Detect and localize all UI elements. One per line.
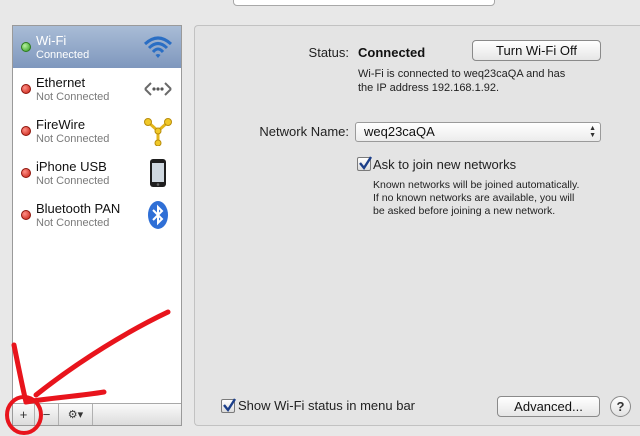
network-name-select[interactable]: weq23caQA ▲ ▼ — [355, 122, 601, 142]
show-status-label[interactable]: Show Wi-Fi status in menu bar — [238, 398, 415, 413]
status-dot-green — [21, 42, 31, 52]
status-detail-line1: Wi-Fi is connected to weq23caQA and has — [358, 68, 566, 80]
action-menu-button[interactable]: ⚙▾ — [59, 404, 93, 425]
status-value: Connected — [358, 45, 426, 60]
select-arrows-icon: ▲ ▼ — [589, 125, 596, 139]
status-dot-red — [21, 84, 31, 94]
iphone-icon — [143, 158, 173, 188]
service-item-bluetooth-pan[interactable]: Bluetooth PAN Not Connected — [13, 194, 181, 236]
advanced-button[interactable]: Advanced... — [497, 396, 600, 417]
service-name: Ethernet — [36, 75, 86, 90]
status-label: Status: — [308, 45, 349, 60]
status-dot-red — [21, 210, 31, 220]
service-item-iphone-usb[interactable]: iPhone USB Not Connected — [13, 152, 181, 194]
turn-wifi-off-button[interactable]: Turn Wi-Fi Off — [472, 40, 601, 61]
network-name-value: weq23caQA — [364, 124, 435, 139]
sidebar-toolbar: + − ⚙▾ — [13, 403, 181, 425]
ask-join-label[interactable]: Ask to join new networks — [373, 157, 516, 172]
firewire-icon — [143, 116, 173, 146]
wifi-settings-panel: Status: Connected Turn Wi-Fi Off Wi-Fi i… — [194, 25, 640, 426]
add-service-button[interactable]: + — [13, 404, 35, 425]
service-list: Wi-Fi Connected Ethernet Not Connected F… — [12, 25, 182, 426]
service-status: Not Connected — [36, 133, 110, 145]
service-status: Not Connected — [36, 175, 110, 187]
service-name: FireWire — [36, 117, 86, 132]
status-dot-red — [21, 168, 31, 178]
ask-join-checkbox[interactable] — [357, 156, 373, 171]
ask-join-help-line3: be asked before joining a new network. — [373, 205, 556, 217]
bluetooth-icon — [143, 200, 173, 230]
service-item-wifi[interactable]: Wi-Fi Connected — [13, 26, 181, 68]
remove-service-button[interactable]: − — [35, 404, 59, 425]
service-item-firewire[interactable]: FireWire Not Connected — [13, 110, 181, 152]
service-status: Not Connected — [36, 91, 110, 103]
status-detail-line2: the IP address 192.168.1.92. — [358, 82, 500, 94]
show-status-checkbox[interactable] — [221, 398, 237, 413]
network-name-label: Network Name: — [259, 124, 349, 139]
service-item-ethernet[interactable]: Ethernet Not Connected — [13, 68, 181, 110]
service-name: iPhone USB — [36, 159, 107, 174]
ask-join-help-line1: Known networks will be joined automatica… — [373, 179, 580, 191]
service-name: Wi-Fi — [36, 33, 67, 48]
location-field[interactable] — [233, 0, 495, 6]
ethernet-icon — [143, 74, 173, 104]
ask-join-help-line2: If no known networks are available, you … — [373, 192, 575, 204]
service-status: Connected — [36, 49, 90, 61]
help-button[interactable]: ? — [610, 396, 631, 417]
status-dot-red — [21, 126, 31, 136]
service-status: Not Connected — [36, 217, 110, 229]
service-name: Bluetooth PAN — [36, 201, 121, 216]
wifi-icon — [143, 32, 173, 62]
